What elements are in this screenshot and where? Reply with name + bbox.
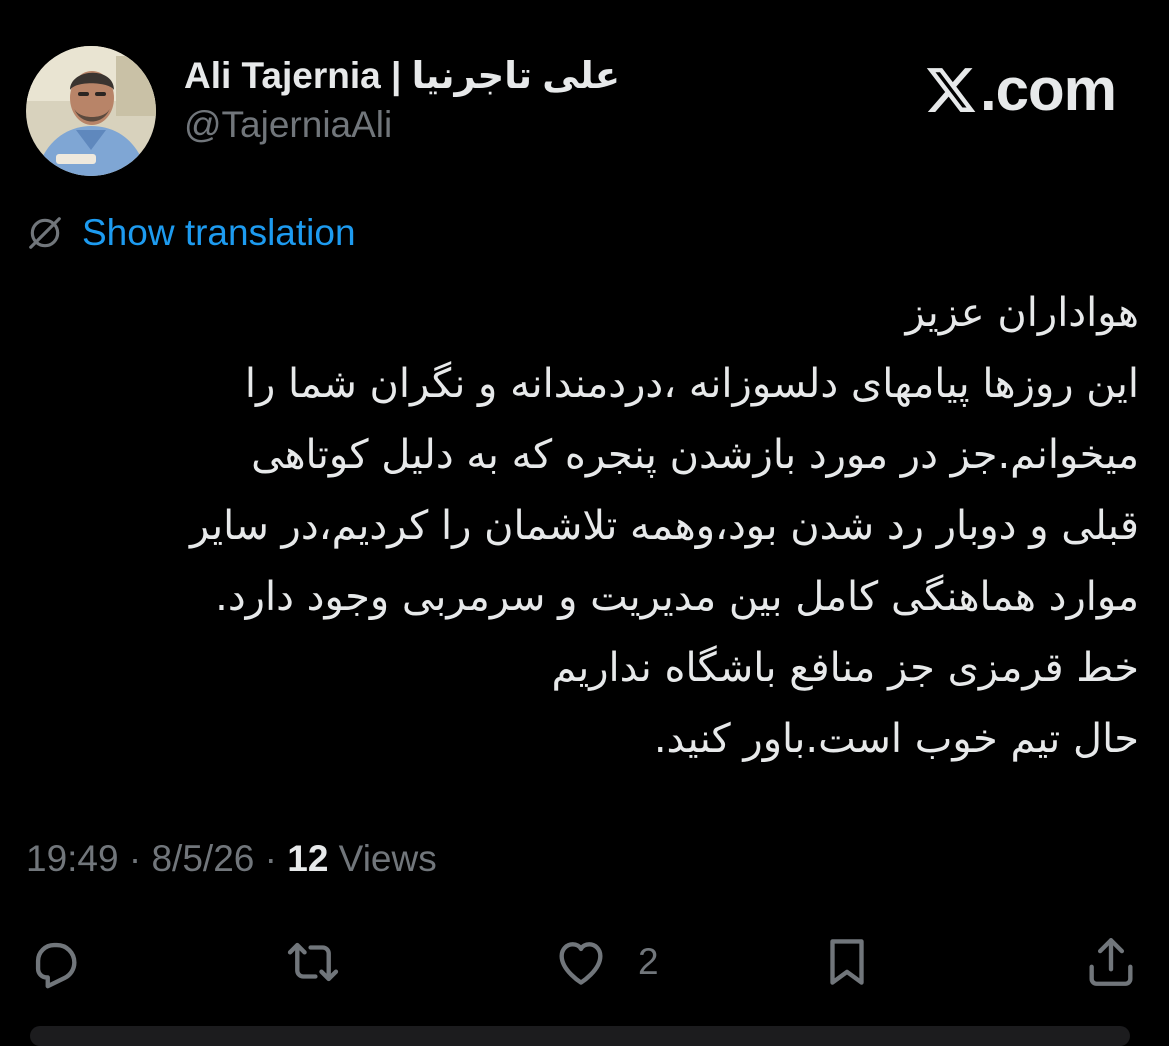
author-info[interactable]: Ali Tajernia | علی تاجرنیا @TajerniaAli — [184, 54, 620, 148]
meta-separator: · — [254, 838, 288, 879]
retweet-button[interactable] — [284, 930, 342, 994]
bookmark-icon — [830, 939, 864, 985]
show-translation-link[interactable]: Show translation — [26, 210, 356, 256]
tweet-line: هواداران عزیز — [905, 290, 1139, 336]
brand-domain: .com — [979, 56, 1117, 123]
tweet-line: خط قرمزی جز منافع باشگاه نداریم — [551, 645, 1139, 691]
tweet-actions: 2 — [26, 930, 1146, 994]
share-icon — [1089, 938, 1133, 986]
reply-button[interactable] — [26, 930, 84, 994]
tweet-line: موارد هماهنگی کامل بین مدیریت و سرمربی و… — [215, 574, 1139, 620]
x-brand: .com — [924, 56, 1117, 123]
tweet-line: حال تیم خوب است.باور کنید. — [653, 716, 1139, 762]
tweet-line: قبلی و دوبار رد شدن بود،وهمه تلاشمان را … — [189, 503, 1139, 549]
tweet-line: این روزها پیامهای دلسوزانه ،دردمندانه و … — [244, 361, 1139, 407]
author-display-name[interactable]: Ali Tajernia | علی تاجرنیا — [184, 54, 620, 98]
views-label[interactable]: Views — [328, 838, 437, 879]
views-count[interactable]: 12 — [287, 838, 328, 879]
like-count: 2 — [638, 941, 659, 982]
tweet-line: میخوانم.جز در مورد بازشدن پنجره که به دل… — [251, 432, 1139, 478]
meta-separator: · — [118, 838, 152, 879]
tweet-text: هواداران عزیز این روزها پیامهای دلسوزانه… — [39, 278, 1139, 775]
show-translation-label[interactable]: Show translation — [82, 212, 356, 254]
avatar[interactable] — [26, 46, 156, 176]
tweet-time[interactable]: 19:49 — [26, 838, 119, 879]
share-button[interactable] — [1082, 930, 1140, 994]
globe-slash-icon — [29, 217, 61, 249]
tweet-header: Ali Tajernia | علی تاجرنیا @TajerniaAli … — [26, 40, 1146, 176]
tweet-meta: 19:49 · 8/5/26 · 12 Views — [26, 836, 437, 882]
retweet-icon — [287, 942, 339, 982]
reply-icon — [35, 942, 77, 989]
like-button[interactable]: 2 — [552, 930, 659, 994]
avatar-photo — [26, 46, 156, 176]
x-logo-icon — [926, 68, 976, 112]
author-handle[interactable]: @TajerniaAli — [184, 102, 620, 148]
bookmark-button[interactable] — [818, 930, 876, 994]
tweet-date[interactable]: 8/5/26 — [151, 838, 254, 879]
reply-composer-edge — [30, 1026, 1130, 1046]
heart-icon — [559, 942, 603, 985]
